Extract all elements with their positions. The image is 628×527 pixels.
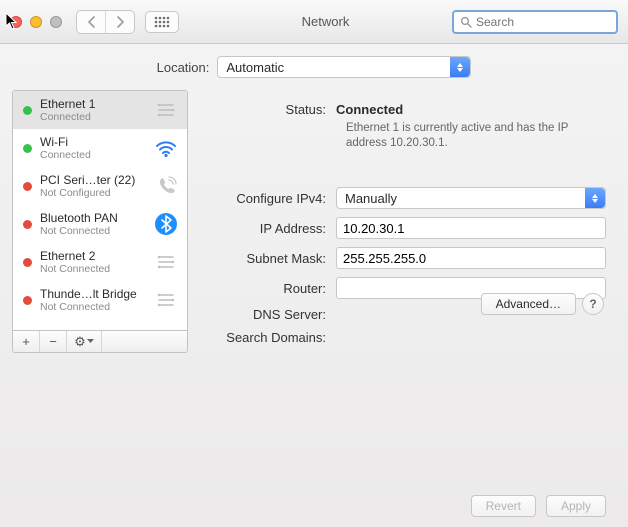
window-title: Network	[199, 14, 452, 29]
service-status: Not Connected	[40, 225, 145, 237]
minimize-window-button[interactable]	[30, 16, 42, 28]
service-name: Thunde…lt Bridge	[40, 287, 145, 301]
location-select[interactable]: Automatic	[217, 56, 471, 78]
dns-server-label: DNS Server:	[198, 307, 336, 322]
service-item-ethernet2[interactable]: Ethernet 2 Not Connected	[13, 243, 187, 281]
forward-button[interactable]	[105, 11, 134, 33]
configure-ipv4-label: Configure IPv4:	[198, 191, 336, 206]
service-name: Ethernet 2	[40, 249, 145, 263]
location-value: Automatic	[226, 60, 284, 75]
service-name: Wi-Fi	[40, 135, 145, 149]
remove-service-button[interactable]: −	[40, 331, 67, 352]
chevron-down-icon	[87, 339, 94, 344]
traffic-lights	[10, 16, 62, 28]
search-domains-label: Search Domains:	[198, 330, 336, 345]
search-input[interactable]	[476, 15, 628, 29]
service-item-thunderbolt[interactable]: Thunde…lt Bridge Not Connected	[13, 281, 187, 319]
service-list[interactable]: Ethernet 1 Connected Wi-Fi Connected PCI…	[12, 90, 188, 330]
service-status: Connected	[40, 149, 145, 161]
service-item-pciserial[interactable]: PCI Seri…ter (22) Not Configured	[13, 167, 187, 205]
help-button[interactable]: ?	[582, 293, 604, 315]
zoom-window-button	[50, 16, 62, 28]
select-stepper-icon	[450, 57, 470, 77]
bluetooth-icon	[153, 211, 179, 237]
location-row: Location: Automatic	[0, 44, 628, 90]
service-name: Ethernet 1	[40, 97, 145, 111]
show-all-button[interactable]	[145, 11, 179, 33]
service-list-toolbar: + − ⚙︎	[12, 330, 188, 353]
service-item-bluetooth[interactable]: Bluetooth PAN Not Connected	[13, 205, 187, 243]
back-button[interactable]	[77, 11, 105, 33]
close-window-button[interactable]	[10, 16, 22, 28]
status-dot-icon	[23, 220, 32, 229]
configure-ipv4-select[interactable]: Manually	[336, 187, 606, 209]
service-detail-pane: Status: Connected Ethernet 1 is currentl…	[198, 90, 616, 353]
subnet-mask-label: Subnet Mask:	[198, 251, 336, 266]
service-sidebar: Ethernet 1 Connected Wi-Fi Connected PCI…	[12, 90, 188, 353]
advanced-button[interactable]: Advanced…	[481, 293, 576, 315]
status-dot-icon	[23, 144, 32, 153]
ethernet-icon	[153, 287, 179, 313]
status-description: Ethernet 1 is currently active and has t…	[346, 121, 606, 151]
service-name: Bluetooth PAN	[40, 211, 145, 225]
footer-buttons: Revert Apply	[471, 495, 606, 517]
revert-button[interactable]: Revert	[471, 495, 536, 517]
ip-address-input[interactable]	[336, 217, 606, 239]
nav-back-forward	[76, 10, 135, 34]
phone-icon	[153, 173, 179, 199]
service-item-wifi[interactable]: Wi-Fi Connected	[13, 129, 187, 167]
service-status: Connected	[40, 111, 145, 123]
subnet-mask-input[interactable]	[336, 247, 606, 269]
service-actions-button[interactable]: ⚙︎	[67, 331, 102, 352]
router-label: Router:	[198, 281, 336, 296]
status-dot-icon	[23, 258, 32, 267]
gear-icon: ⚙︎	[74, 334, 86, 350]
window-toolbar: Network	[0, 0, 628, 44]
add-service-button[interactable]: +	[13, 331, 40, 352]
status-dot-icon	[23, 106, 32, 115]
service-item-ethernet1[interactable]: Ethernet 1 Connected	[13, 91, 187, 129]
search-field[interactable]	[452, 10, 618, 34]
select-stepper-icon	[585, 188, 605, 208]
apply-button[interactable]: Apply	[546, 495, 606, 517]
service-status: Not Connected	[40, 263, 145, 275]
ethernet-icon	[153, 249, 179, 275]
location-label: Location:	[157, 60, 210, 75]
status-label: Status:	[198, 102, 336, 117]
status-dot-icon	[23, 296, 32, 305]
status-value: Connected	[336, 102, 606, 117]
service-status: Not Connected	[40, 301, 145, 313]
wifi-icon	[153, 135, 179, 161]
ip-address-label: IP Address:	[198, 221, 336, 236]
service-name: PCI Seri…ter (22)	[40, 173, 145, 187]
status-dot-icon	[23, 182, 32, 191]
search-icon	[460, 16, 472, 28]
ethernet-icon	[153, 97, 179, 123]
configure-ipv4-value: Manually	[345, 191, 397, 206]
service-status: Not Configured	[40, 187, 145, 199]
